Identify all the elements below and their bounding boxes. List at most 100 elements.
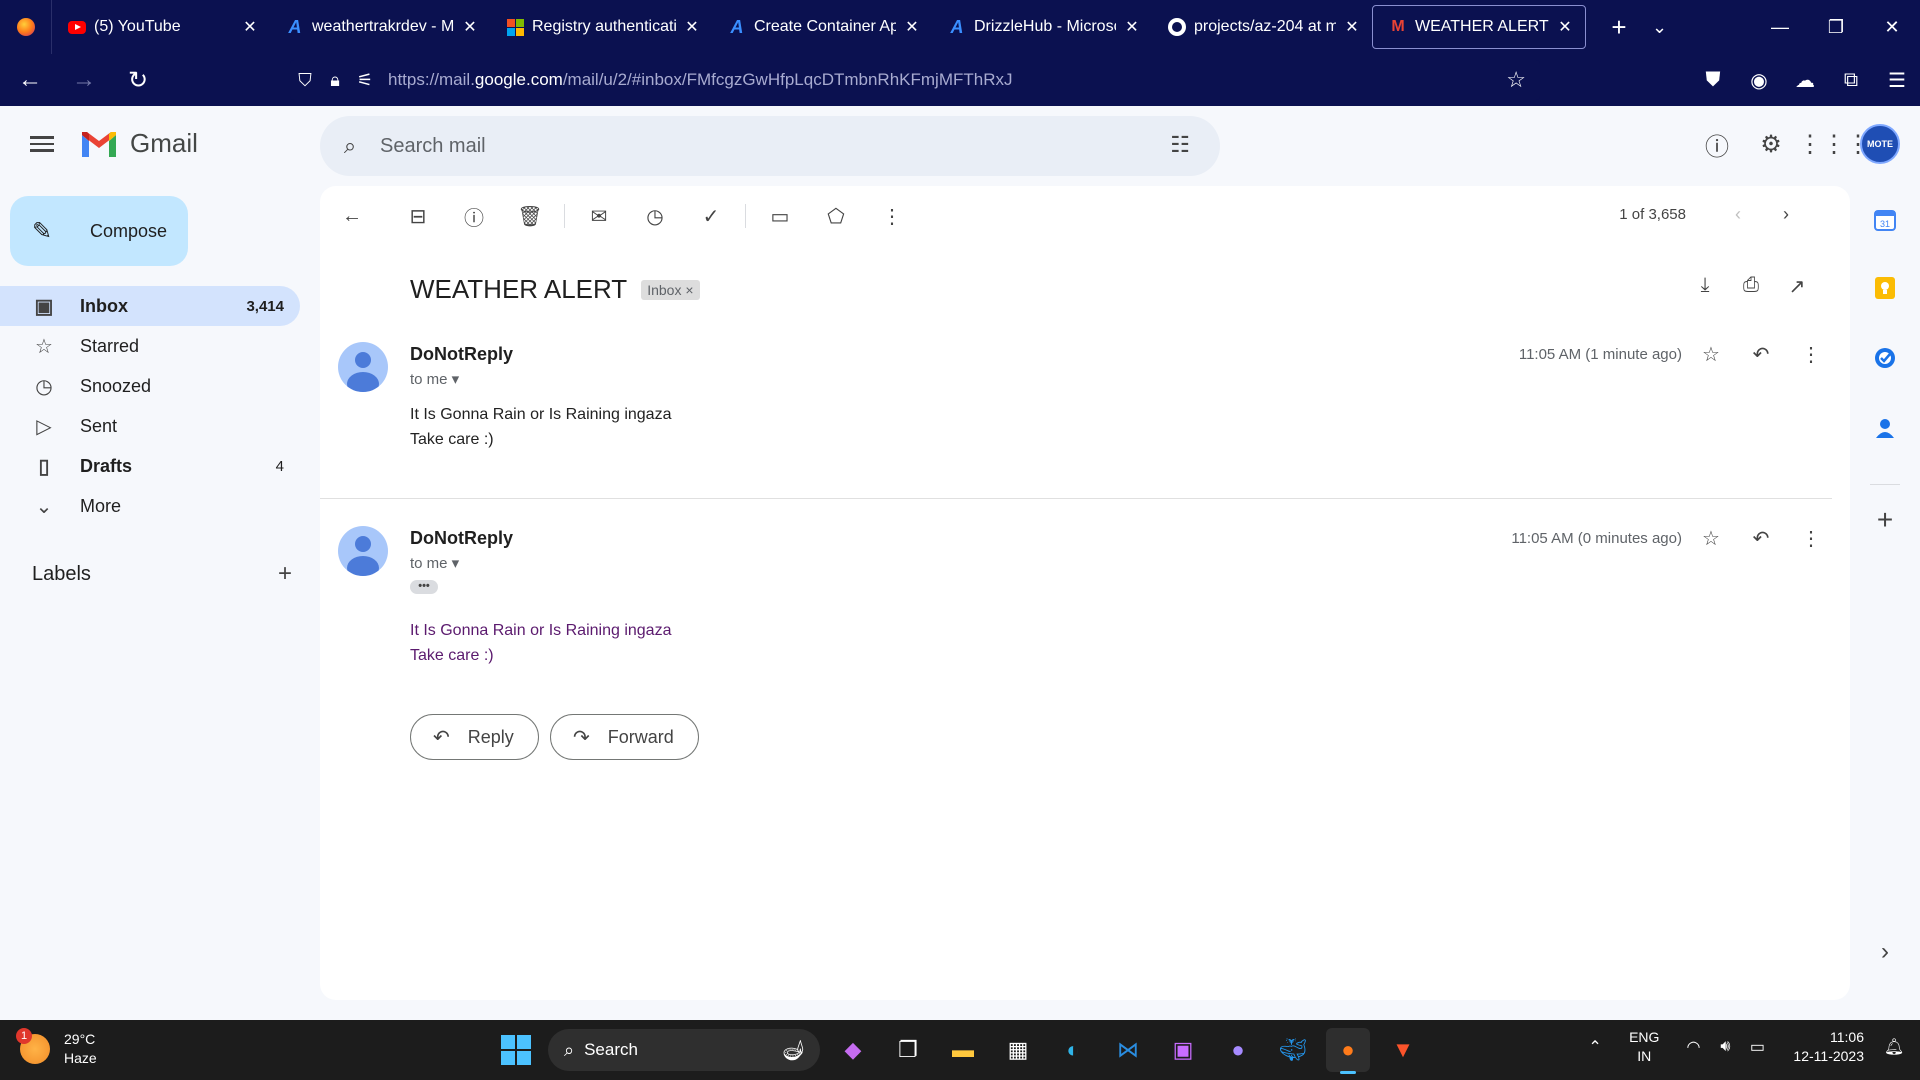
- search-options-icon[interactable]: ☷: [1170, 132, 1190, 158]
- settings-gear-icon[interactable]: ⚙: [1744, 130, 1798, 159]
- inbox-label-chip[interactable]: Inbox ×: [641, 279, 700, 300]
- get-addons-icon[interactable]: +: [1867, 502, 1903, 538]
- tab-weather-alert[interactable]: M WEATHER ALERT - roc ✕: [1372, 5, 1586, 49]
- apps-grid-icon[interactable]: ⋮⋮⋮: [1798, 130, 1870, 159]
- tasks-icon[interactable]: [1867, 340, 1903, 376]
- file-explorer-icon[interactable]: ▬: [941, 1028, 985, 1072]
- windows-start-icon[interactable]: [496, 1030, 536, 1070]
- keep-icon[interactable]: [1867, 270, 1903, 306]
- hamburger-menu-icon[interactable]: ☰: [1874, 68, 1920, 93]
- list-all-tabs-icon[interactable]: ⌄: [1652, 17, 1667, 38]
- language-indicator[interactable]: ENG IN: [1629, 1028, 1659, 1066]
- pocket-icon[interactable]: ⛊: [1690, 69, 1736, 92]
- reply-icon[interactable]: ↶: [1736, 526, 1786, 551]
- reply-icon[interactable]: ↶: [1736, 342, 1786, 367]
- weather-widget[interactable]: 1 29°C Haze: [16, 1028, 97, 1068]
- close-tab-icon[interactable]: ✕: [904, 17, 920, 37]
- close-window-icon[interactable]: ✕: [1864, 17, 1920, 38]
- close-tab-icon[interactable]: ✕: [242, 17, 258, 37]
- docker-icon[interactable]: 🐳︎: [1271, 1028, 1315, 1072]
- more-vert-icon[interactable]: ⋮: [1786, 526, 1836, 551]
- nav-item-drafts[interactable]: ▯ Drafts 4: [0, 446, 300, 486]
- reply-button[interactable]: ↶ Reply: [410, 714, 539, 760]
- new-window-icon[interactable]: ↗: [1774, 274, 1820, 299]
- forward-button[interactable]: ↷ Forward: [550, 714, 699, 760]
- lock-icon[interactable]: 🔒︎: [320, 70, 350, 91]
- help-icon[interactable]: ⓘ: [1690, 127, 1744, 162]
- older-icon[interactable]: ›: [1762, 204, 1810, 225]
- task-view-icon[interactable]: ❐: [886, 1028, 930, 1072]
- sender-avatar[interactable]: [338, 526, 388, 576]
- nav-item-starred[interactable]: ☆ Starred: [0, 326, 300, 366]
- nav-item-snoozed[interactable]: ◷ Snoozed: [0, 366, 300, 406]
- clock[interactable]: 11:06 12-11-2023: [1793, 1028, 1864, 1066]
- extensions-icon[interactable]: ⧉: [1828, 69, 1874, 92]
- brave-icon[interactable]: ▼: [1381, 1028, 1425, 1072]
- github-desktop-icon[interactable]: ●: [1216, 1028, 1260, 1072]
- print-icon[interactable]: ⎙: [1728, 274, 1774, 299]
- star-icon[interactable]: ☆: [1686, 342, 1736, 367]
- url-text[interactable]: https://mail.google.com/mail/u/2/#inbox/…: [388, 70, 1012, 90]
- tab-youtube[interactable]: (5) YouTube ✕: [52, 5, 270, 49]
- nav-item-inbox[interactable]: ▣ Inbox 3,414: [0, 286, 300, 326]
- globe-extension-icon[interactable]: ◉: [1736, 68, 1782, 93]
- tab-registry-auth[interactable]: Registry authenticatior ✕: [490, 5, 712, 49]
- notifications-bell-icon[interactable]: 🔔︎: [1878, 1037, 1910, 1057]
- expand-side-panel-icon[interactable]: ›: [1867, 934, 1903, 970]
- back-icon[interactable]: ←: [8, 66, 52, 94]
- close-tab-icon[interactable]: ✕: [1344, 17, 1360, 37]
- close-tab-icon[interactable]: ✕: [684, 17, 700, 37]
- more-options-icon[interactable]: ⋮: [864, 204, 920, 229]
- search-input[interactable]: Search mail: [380, 135, 486, 158]
- shield-icon[interactable]: ⛉: [290, 70, 320, 91]
- battery-icon[interactable]: ▭: [1741, 1037, 1773, 1057]
- close-tab-icon[interactable]: ✕: [462, 17, 478, 37]
- gmail-logo[interactable]: Gmail: [80, 128, 198, 159]
- compose-button[interactable]: ✎ Compose: [10, 196, 188, 266]
- report-spam-icon[interactable]: ⓘ: [446, 202, 502, 231]
- volume-icon[interactable]: 🔊︎: [1709, 1038, 1741, 1056]
- taskbar-search[interactable]: ⌕ Search 🪔︎: [548, 1029, 820, 1071]
- edge-icon[interactable]: ◐: [1051, 1028, 1095, 1072]
- recipient-details[interactable]: to me ▾: [410, 554, 459, 572]
- delete-icon[interactable]: 🗑︎: [502, 204, 558, 229]
- intellij-icon[interactable]: ▣: [1161, 1028, 1205, 1072]
- nav-item-sent[interactable]: ▷ Sent: [0, 406, 300, 446]
- tab-weathertrakrdev[interactable]: A weathertrakrdev - Mic ✕: [270, 5, 490, 49]
- collapse-all-icon[interactable]: ⤓: [1682, 274, 1728, 299]
- copilot-icon[interactable]: ◆: [831, 1028, 875, 1072]
- recipient-details[interactable]: to me ▾: [410, 370, 459, 388]
- more-vert-icon[interactable]: ⋮: [1786, 342, 1836, 367]
- minimize-icon[interactable]: —: [1752, 17, 1808, 38]
- wifi-icon[interactable]: ◠: [1677, 1037, 1709, 1057]
- forward-icon[interactable]: →: [62, 66, 106, 94]
- star-icon[interactable]: ☆: [1686, 526, 1736, 551]
- close-tab-icon[interactable]: ✕: [1557, 17, 1573, 37]
- vscode-icon[interactable]: ⋈: [1106, 1028, 1150, 1072]
- newer-icon[interactable]: ‹: [1714, 204, 1762, 225]
- reload-icon[interactable]: ↻: [116, 66, 160, 95]
- mark-unread-icon[interactable]: ✉: [571, 204, 627, 229]
- label-icon[interactable]: ⬠: [808, 204, 864, 229]
- search-icon[interactable]: ⌕: [320, 133, 380, 159]
- nav-item-more[interactable]: ⌄ More: [0, 486, 300, 526]
- tab-drizzlehub[interactable]: A DrizzleHub - Microsoft ✕: [932, 5, 1152, 49]
- restore-icon[interactable]: ❐: [1808, 17, 1864, 38]
- search-bar[interactable]: ⌕ Search mail ☷: [320, 116, 1220, 176]
- sender-avatar[interactable]: [338, 342, 388, 392]
- sender-name[interactable]: DoNotReply: [410, 528, 513, 549]
- show-trimmed-content-button[interactable]: •••: [410, 580, 438, 594]
- account-avatar[interactable]: MOTE: [1860, 124, 1900, 164]
- tab-create-container-app[interactable]: A Create Container App ✕: [712, 5, 932, 49]
- move-to-icon[interactable]: ▭: [752, 204, 808, 229]
- calendar-icon[interactable]: 31: [1867, 202, 1903, 238]
- new-tab-icon[interactable]: +: [1604, 12, 1634, 43]
- microsoft-store-icon[interactable]: ▦: [996, 1028, 1040, 1072]
- snooze-icon[interactable]: ◷: [627, 204, 683, 229]
- permissions-icon[interactable]: ⚟: [350, 70, 380, 91]
- show-hidden-icons-icon[interactable]: ⌃: [1579, 1037, 1611, 1057]
- sender-name[interactable]: DoNotReply: [410, 344, 513, 365]
- url-bar[interactable]: ⛉ 🔒︎ ⚟ https://mail.google.com/mail/u/2/…: [290, 60, 1540, 100]
- tab-github-projects[interactable]: projects/az-204 at ma ✕: [1152, 5, 1372, 49]
- main-menu-icon[interactable]: [30, 132, 58, 160]
